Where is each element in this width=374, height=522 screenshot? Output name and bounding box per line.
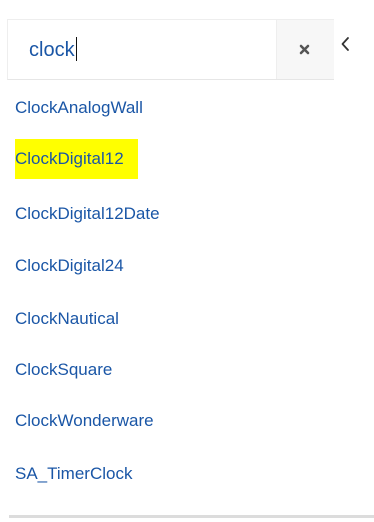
result-item[interactable]: ClockDigital24 (15, 246, 138, 286)
result-item[interactable]: ClockWonderware (15, 401, 168, 441)
symbol-search-panel: clock ClockAnalogWall ClockDigital12 Clo… (0, 0, 374, 522)
result-item-label: ClockWonderware (15, 411, 154, 430)
search-box[interactable]: clock (7, 19, 334, 80)
clear-search-button[interactable] (276, 20, 334, 79)
result-item[interactable]: ClockSquare (15, 350, 126, 390)
search-input-value: clock (29, 39, 75, 61)
result-item-label: ClockDigital24 (15, 256, 124, 275)
result-item[interactable]: SA_TimerClock (15, 454, 146, 494)
result-item[interactable]: ClockDigital12 (15, 139, 138, 179)
result-item-label: ClockSquare (15, 360, 113, 379)
text-caret (75, 37, 78, 61)
result-item[interactable]: ClockAnalogWall (15, 88, 157, 128)
result-item[interactable]: ClockDigital12Date (15, 194, 174, 234)
result-item-label: SA_TimerClock (15, 464, 133, 483)
chevron-left-icon[interactable] (340, 36, 350, 52)
result-item-label: ClockNautical (15, 309, 119, 328)
panel-bottom-divider (9, 515, 374, 518)
result-item-label: ClockDigital12Date (15, 204, 160, 223)
result-item[interactable]: ClockNautical (15, 299, 133, 339)
search-input[interactable]: clock (29, 37, 78, 63)
close-x-icon (299, 44, 310, 55)
result-item-label: ClockDigital12 (15, 139, 138, 179)
result-item-label: ClockAnalogWall (15, 98, 143, 117)
